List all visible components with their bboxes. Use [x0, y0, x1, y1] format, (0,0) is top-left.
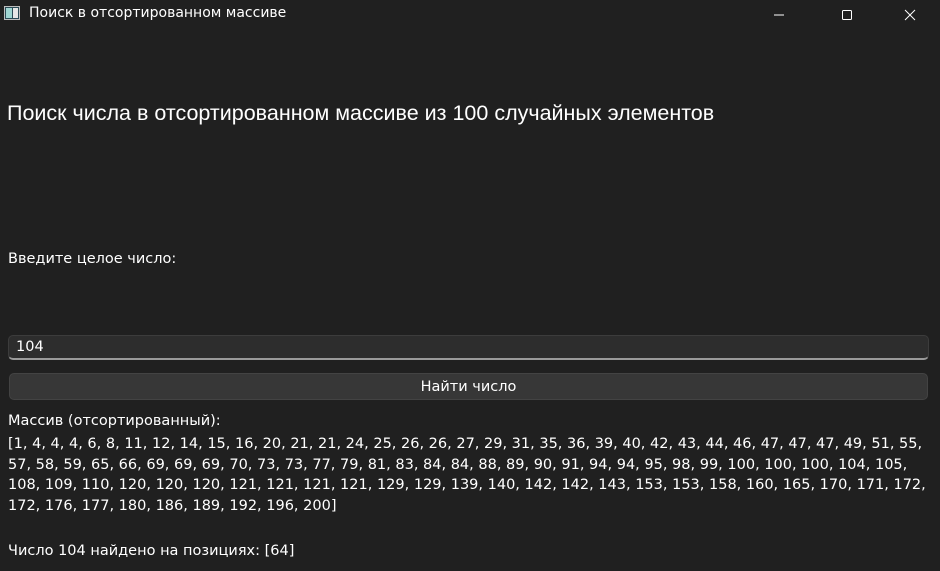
close-icon: [904, 9, 916, 21]
close-button[interactable]: [887, 0, 933, 30]
app-window: Поиск в отсортированном массиве Поиск чи…: [0, 0, 940, 571]
maximize-icon: [842, 10, 852, 20]
window-title: Поиск в отсортированном массиве: [29, 5, 287, 21]
array-values: [1, 4, 4, 4, 6, 8, 11, 12, 14, 15, 16, 2…: [8, 436, 926, 514]
page-heading: Поиск числа в отсортированном массиве из…: [7, 101, 715, 125]
title-bar[interactable]: Поиск в отсортированном массиве: [0, 0, 940, 30]
find-number-button[interactable]: Найти число: [9, 373, 928, 400]
minimize-icon: [774, 14, 784, 16]
number-input[interactable]: [8, 335, 929, 360]
maximize-button[interactable]: [824, 0, 870, 30]
app-window-icon: [4, 6, 20, 20]
search-result: Число 104 найдено на позициях: [64]: [8, 543, 295, 559]
array-label: Массив (отсортированный):: [8, 413, 221, 429]
number-input-label: Введите целое число:: [8, 251, 177, 267]
minimize-button[interactable]: [756, 0, 802, 30]
